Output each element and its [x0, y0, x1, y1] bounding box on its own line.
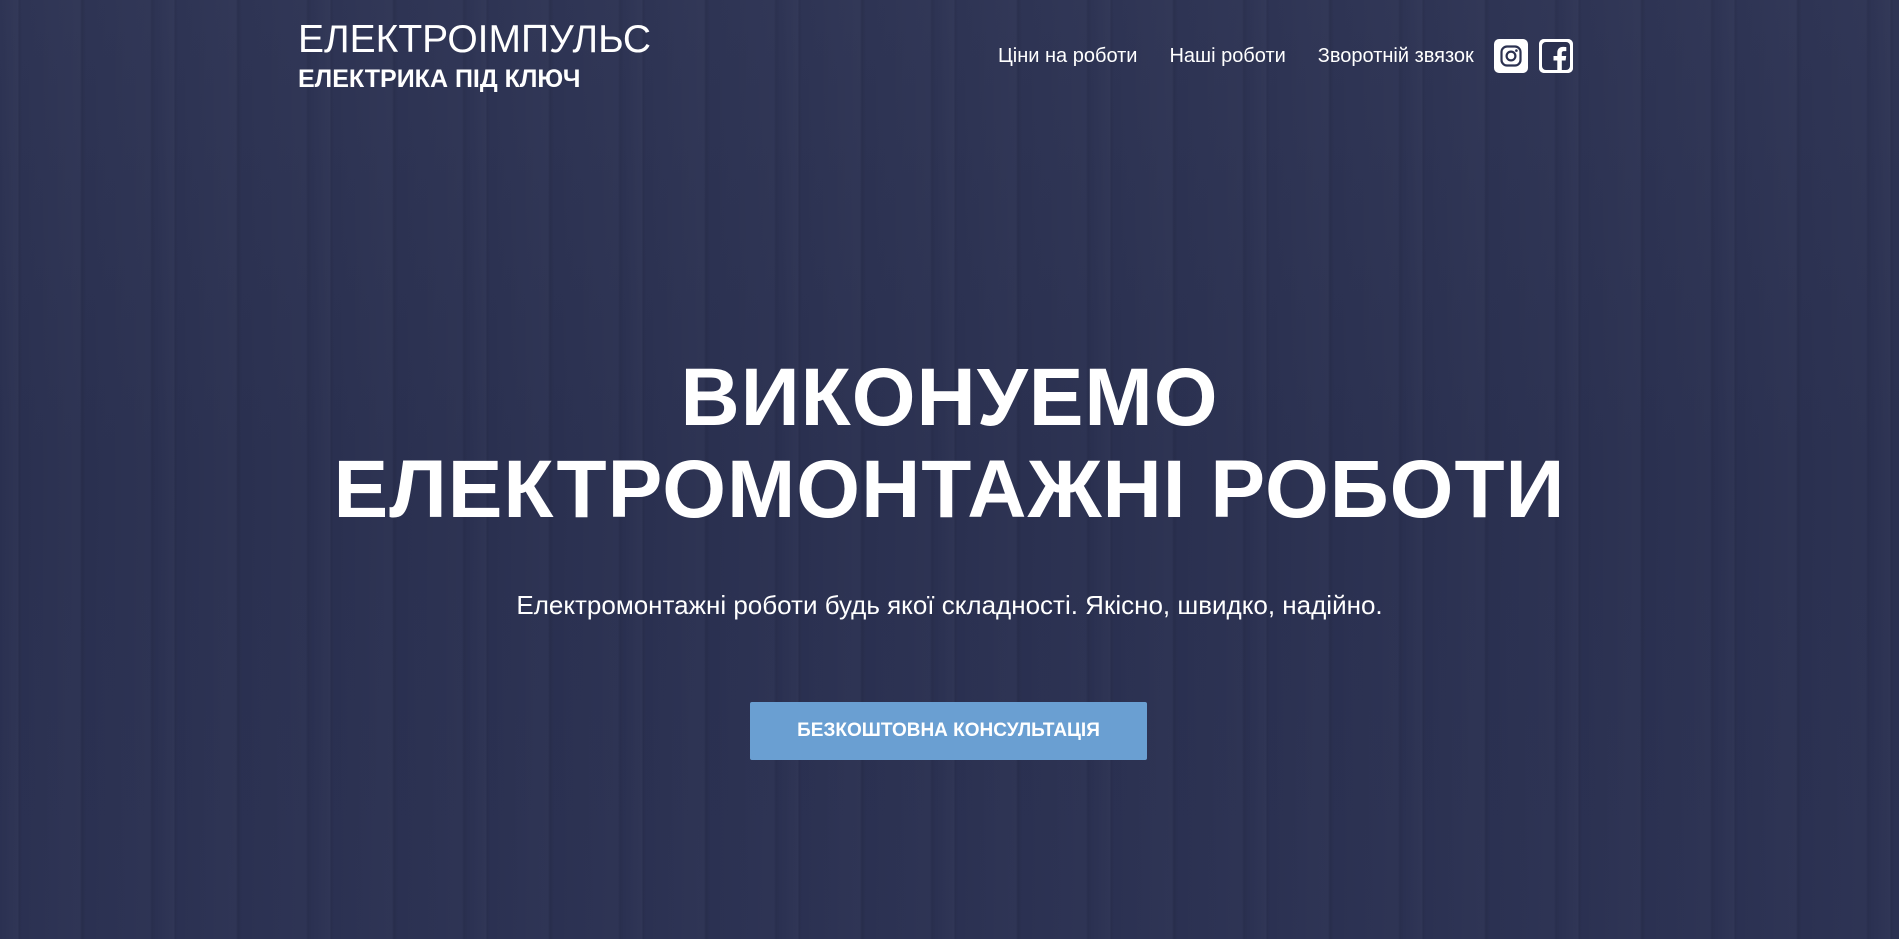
- site-logo[interactable]: ЕЛЕКТРОІМПУЛЬС ЕЛЕКТРИКА ПІД КЛЮЧ: [298, 18, 651, 94]
- hero-headline-line1: ВИКОНУЕМО: [680, 352, 1219, 443]
- nav-link-prices[interactable]: Ціни на роботи: [998, 45, 1137, 68]
- brand-title: ЕЛЕКТРОІМПУЛЬС: [298, 18, 651, 61]
- free-consultation-button[interactable]: БЕЗКОШТОВНА КОНСУЛЬТАЦІЯ: [750, 702, 1147, 760]
- facebook-icon: [1538, 39, 1573, 73]
- hero-headline-line2: ЕЛЕКТРОМОНТАЖНІ РОБОТИ: [333, 444, 1566, 535]
- hero-subtitle: Електромонтажні роботи будь якої складно…: [516, 590, 1383, 620]
- nav-link-contact[interactable]: Зворотній звязок: [1318, 45, 1474, 68]
- main-nav: Ціни на роботи Наші роботи Зворотній звя…: [998, 38, 1573, 74]
- brand-subtitle: ЕЛЕКТРИКА ПІД КЛЮЧ: [298, 65, 581, 93]
- hero-headline: ВИКОНУЕМО ЕЛЕКТРОМОНТАЖНІ РОБОТИ: [0, 352, 1899, 536]
- nav-link-our-works[interactable]: Наші роботи: [1169, 45, 1285, 68]
- facebook-link[interactable]: [1538, 39, 1573, 73]
- hero-section: ЕЛЕКТРОІМПУЛЬС ЕЛЕКТРИКА ПІД КЛЮЧ Ціни н…: [0, 0, 1899, 939]
- instagram-icon: [1500, 45, 1522, 67]
- instagram-link[interactable]: [1493, 39, 1528, 73]
